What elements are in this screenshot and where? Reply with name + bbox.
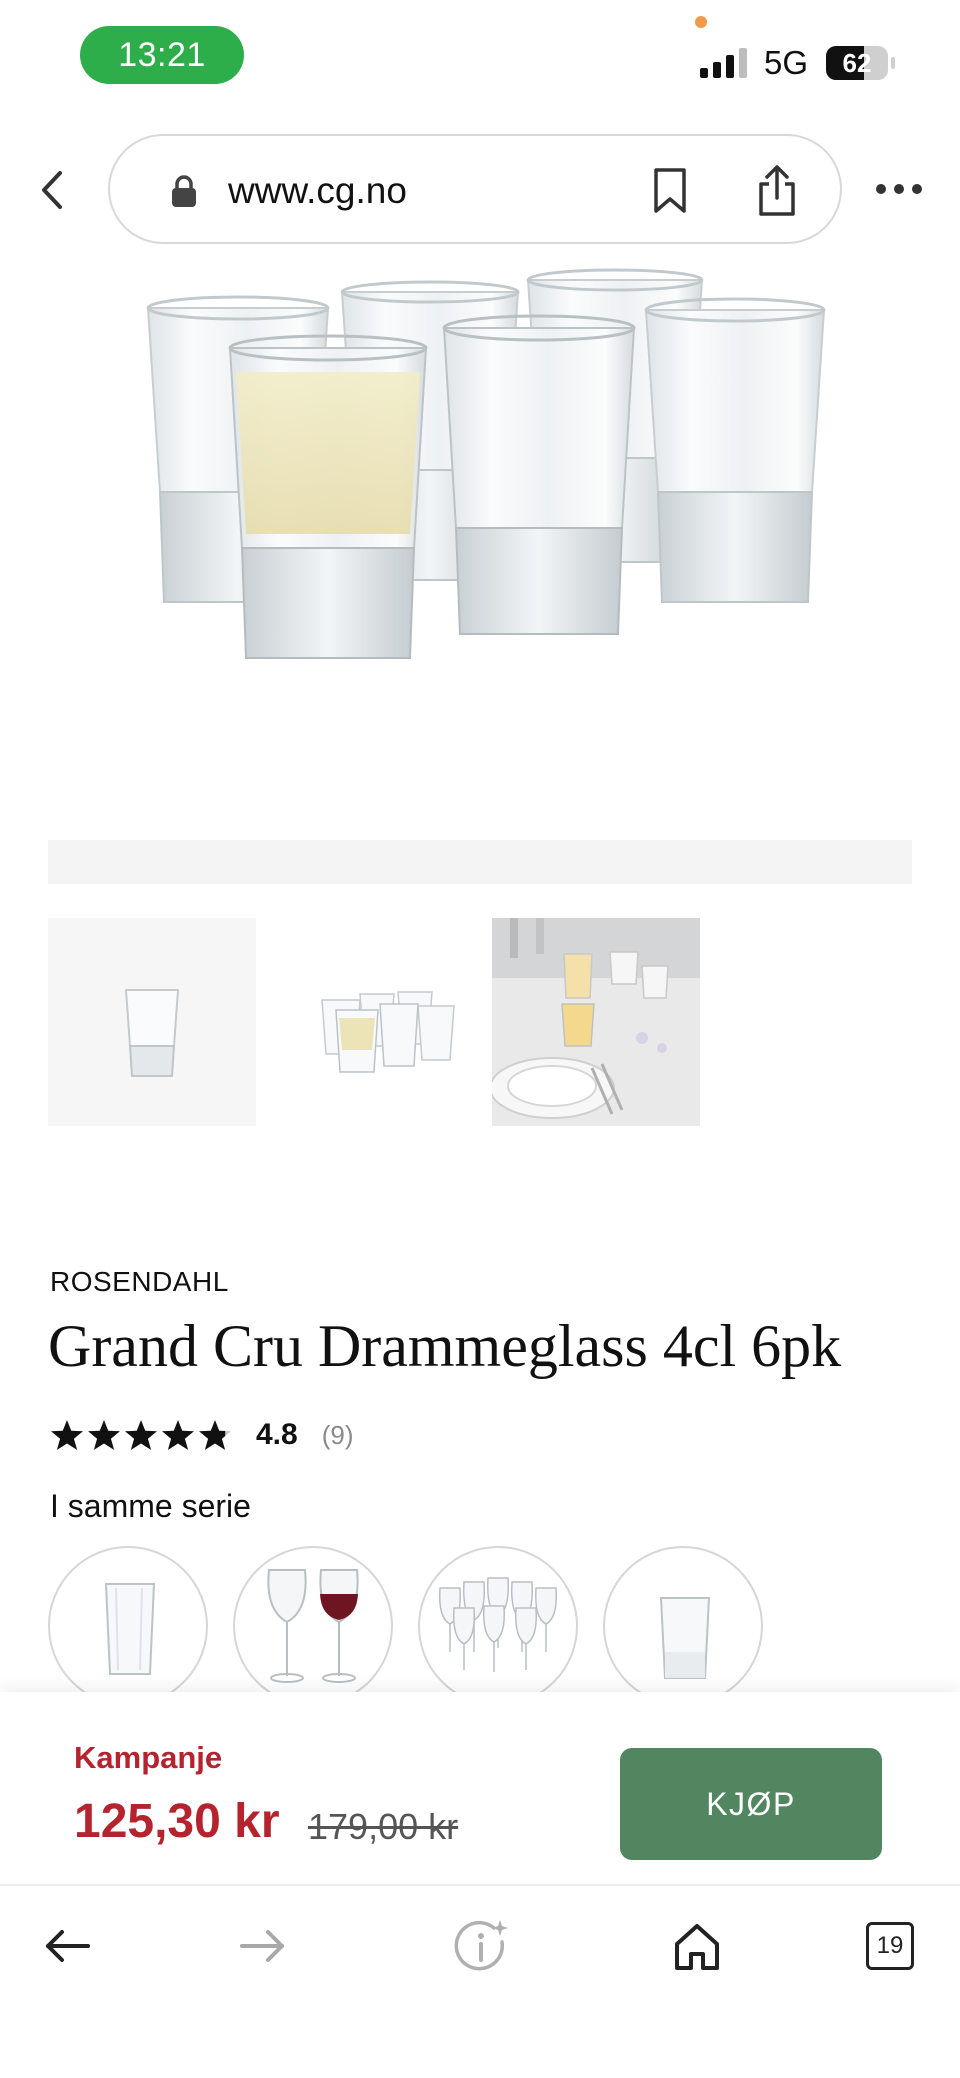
series-label: I samme serie: [50, 1488, 251, 1524]
rating-count[interactable]: (9): [322, 1420, 354, 1451]
product-brand[interactable]: ROSENDAHL: [50, 1266, 229, 1298]
info-sparkle-icon[interactable]: [450, 1916, 510, 1976]
bookmark-icon[interactable]: [650, 166, 690, 216]
rating-stars: [50, 1418, 232, 1452]
promo-label: Kampanje: [74, 1740, 223, 1775]
lock-icon: [170, 174, 198, 208]
buy-button[interactable]: KJØP: [620, 1748, 882, 1860]
share-icon[interactable]: [754, 164, 800, 218]
status-time: 13:21: [80, 26, 244, 84]
image-carousel-indicator: [48, 840, 912, 884]
battery-percentage: 62: [842, 47, 872, 78]
star-icon: [125, 1420, 157, 1450]
series-carousel: [48, 1546, 960, 1696]
product-main-image[interactable]: [120, 262, 840, 682]
thumbnail-table-setting[interactable]: [492, 918, 700, 1126]
more-icon[interactable]: [874, 174, 924, 204]
cellular-signal-icon: [700, 48, 752, 78]
rating-value: 4.8: [256, 1418, 298, 1451]
series-item-glass-set[interactable]: [418, 1546, 578, 1696]
url-text: www.cg.no: [228, 170, 407, 211]
star-icon: [88, 1420, 120, 1450]
home-icon[interactable]: [667, 1916, 727, 1976]
thumbnail-strip: [48, 918, 700, 1126]
star-icon: [51, 1420, 83, 1450]
current-price: 125,30 kr: [74, 1795, 280, 1848]
tabs-icon[interactable]: 19: [866, 1922, 914, 1970]
battery-cap: [891, 57, 895, 69]
series-item-red-wine-glasses[interactable]: [233, 1546, 393, 1696]
privacy-indicator-dot: [695, 16, 707, 28]
arrow-left-icon[interactable]: [38, 1916, 98, 1976]
thumbnail-single-glass[interactable]: [48, 918, 256, 1126]
purchase-bar: Kampanje 125,30 kr 179,00 kr KJØP: [0, 1692, 960, 1884]
rating-row[interactable]: 4.8 (9): [50, 1412, 354, 1458]
series-item-water-glass[interactable]: [603, 1546, 763, 1696]
address-bar[interactable]: www.cg.no: [108, 134, 842, 244]
series-item-tumbler[interactable]: [48, 1546, 208, 1696]
arrow-right-icon[interactable]: [232, 1916, 292, 1976]
thumbnail-six-glasses[interactable]: [270, 918, 478, 1126]
star-icon: [162, 1420, 194, 1450]
status-bar: 13:21 5G 62: [0, 0, 960, 120]
battery-icon: 62: [826, 46, 888, 80]
star-icon: [199, 1420, 231, 1450]
product-title: Grand Cru Drammeglass 4cl 6pk: [48, 1313, 842, 1379]
network-type: 5G: [764, 44, 809, 81]
original-price: 179,00 kr: [308, 1806, 459, 1847]
browser-toolbar: 19: [0, 1884, 960, 2078]
back-icon[interactable]: [34, 165, 70, 215]
